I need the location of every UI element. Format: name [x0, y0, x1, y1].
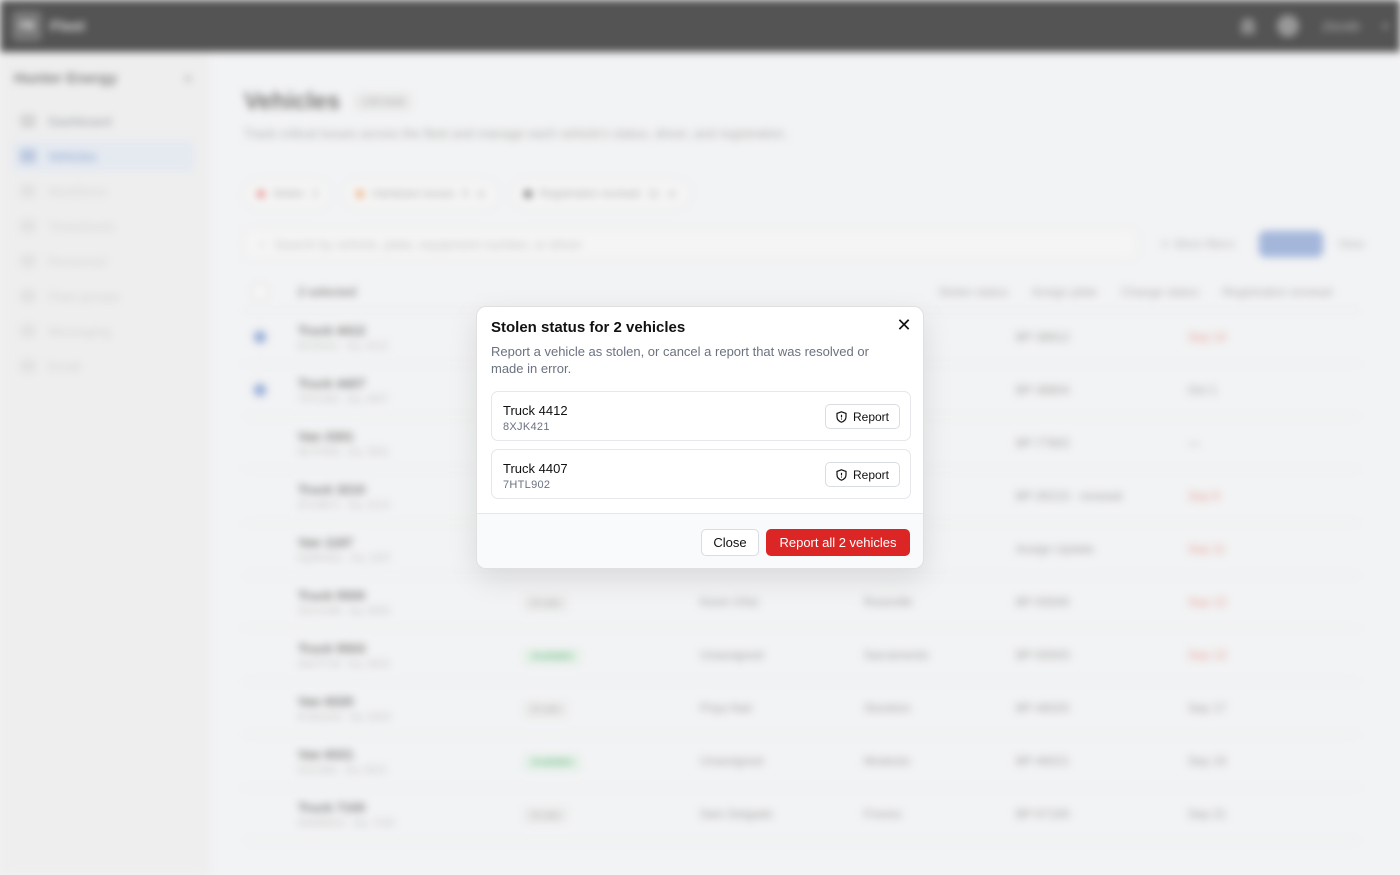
close-button[interactable]: Close — [701, 529, 759, 556]
shield-icon — [836, 468, 847, 481]
close-icon[interactable]: ✕ — [895, 317, 913, 335]
vehicle-name: Truck 4407 — [503, 461, 568, 476]
stolen-status-dialog: ✕ Stolen status for 2 vehicles Report a … — [476, 306, 924, 569]
dialog-title: Stolen status for 2 vehicles — [491, 319, 686, 336]
report-all-button[interactable]: Report all 2 vehicles — [766, 529, 910, 556]
shield-icon — [836, 410, 847, 423]
vehicle-card-truck-4407: Truck 4407 7HTL902 Report — [491, 449, 911, 499]
vehicle-name: Truck 4412 — [503, 403, 568, 418]
vehicle-plate: 7HTL902 — [503, 479, 551, 491]
vehicle-plate: 8XJK421 — [503, 421, 550, 433]
report-button[interactable]: Report — [825, 462, 900, 487]
dialog-description: Report a vehicle as stolen, or cancel a … — [491, 344, 869, 376]
dialog-footer: Close Report all 2 vehicles — [477, 513, 923, 568]
vehicle-card-truck-4412: Truck 4412 8XJK421 Report — [491, 391, 911, 441]
report-button[interactable]: Report — [825, 404, 900, 429]
